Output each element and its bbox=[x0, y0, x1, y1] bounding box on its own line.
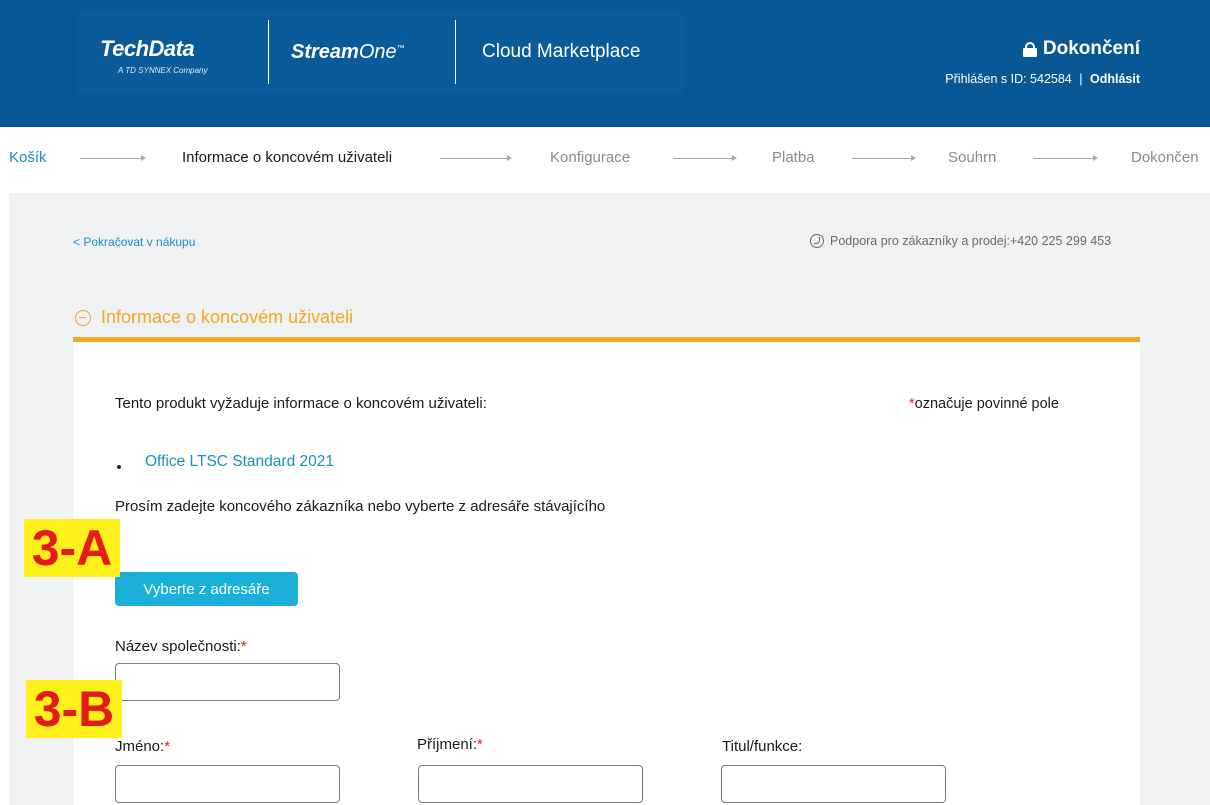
company-label: Název společnosti:* bbox=[115, 638, 247, 655]
required-star: * bbox=[240, 638, 247, 655]
lock-icon bbox=[1022, 42, 1037, 57]
directory-prompt: Prosím zadejte koncového zákazníka nebo … bbox=[115, 498, 606, 515]
step-payment: Platba bbox=[772, 149, 815, 166]
last-name-field[interactable] bbox=[418, 765, 643, 803]
streamone-rest: One bbox=[358, 41, 397, 63]
last-name-label: Příjmení:* bbox=[417, 736, 483, 753]
last-name-label-text: Příjmení: bbox=[417, 736, 478, 753]
required-note-text: označuje povinné pole bbox=[914, 396, 1059, 412]
job-title-field[interactable] bbox=[721, 765, 946, 803]
header-divider bbox=[455, 20, 456, 84]
step-configuration: Konfigurace bbox=[550, 149, 631, 166]
section-title: Informace o koncovém uživateli bbox=[101, 307, 354, 327]
site-header: TechData A TD SYNNEX Company StreamOne™ … bbox=[0, 0, 1210, 127]
step-arrow bbox=[80, 155, 146, 161]
step-summary: Souhrn bbox=[948, 149, 997, 166]
intro-text: Tento produkt vyžaduje informace o konco… bbox=[115, 395, 487, 412]
step-arrow bbox=[852, 155, 916, 161]
first-name-label-text: Jméno: bbox=[115, 738, 165, 755]
collapse-icon[interactable] bbox=[75, 309, 91, 326]
required-star: * bbox=[477, 736, 483, 753]
login-id-text: Přihlášen s ID: 542584 bbox=[945, 72, 1072, 86]
select-from-directory-button[interactable]: Vyberte z adresáře bbox=[115, 572, 298, 606]
annotation-3a: 3-A bbox=[24, 519, 120, 577]
company-field[interactable] bbox=[115, 663, 340, 701]
list-bullet bbox=[117, 465, 121, 469]
step-arrow bbox=[1033, 155, 1098, 161]
checkout-status-label: Dokončení bbox=[1042, 38, 1140, 59]
support-text: Podpora pro zákazníky a prodej:+420 225 … bbox=[830, 234, 1112, 248]
login-separator: | bbox=[1079, 72, 1083, 86]
first-name-field[interactable] bbox=[115, 765, 340, 803]
header-divider bbox=[268, 20, 269, 84]
marketplace-title: Cloud Marketplace bbox=[482, 41, 641, 62]
step-end-user-info: Informace o koncovém uživateli bbox=[182, 149, 393, 166]
phone-icon bbox=[810, 234, 824, 248]
streamone-tm: ™ bbox=[396, 43, 405, 53]
techdata-logo-text: TechData bbox=[100, 36, 195, 61]
product-link[interactable]: Office LTSC Standard 2021 bbox=[145, 453, 334, 471]
continue-shopping-link[interactable]: < Pokračovat v nákupu bbox=[73, 235, 195, 249]
first-name-label: Jméno:* bbox=[115, 738, 170, 755]
step-arrow bbox=[673, 155, 737, 161]
login-info: Přihlášen s ID: 542584 | Odhlásit bbox=[945, 72, 1140, 86]
step-arrow bbox=[440, 155, 512, 161]
logout-link[interactable]: Odhlásit bbox=[1090, 72, 1140, 86]
required-star: * bbox=[164, 738, 171, 755]
techdata-logo[interactable]: TechData bbox=[100, 36, 195, 62]
annotation-3b: 3-B bbox=[26, 680, 122, 738]
checkout-status: Dokončení bbox=[1022, 38, 1140, 60]
techdata-logo-subtitle: A TD SYNNEX Company bbox=[118, 66, 208, 75]
step-completion: Dokončen bbox=[1131, 149, 1199, 166]
support-info: Podpora pro zákazníky a prodej:+420 225 … bbox=[810, 234, 1111, 248]
streamone-bold: Stream bbox=[291, 41, 359, 63]
job-title-label: Titul/funkce: bbox=[722, 738, 803, 755]
section-header[interactable]: Informace o koncovém uživateli bbox=[75, 307, 353, 328]
required-note: *označuje povinné pole bbox=[909, 396, 1059, 412]
streamone-logo: StreamOne™ bbox=[291, 41, 405, 64]
company-label-text: Název společnosti: bbox=[115, 638, 241, 655]
checkout-steps: Košík Informace o koncovém uživateli Kon… bbox=[0, 127, 1210, 193]
step-cart[interactable]: Košík bbox=[9, 149, 47, 166]
